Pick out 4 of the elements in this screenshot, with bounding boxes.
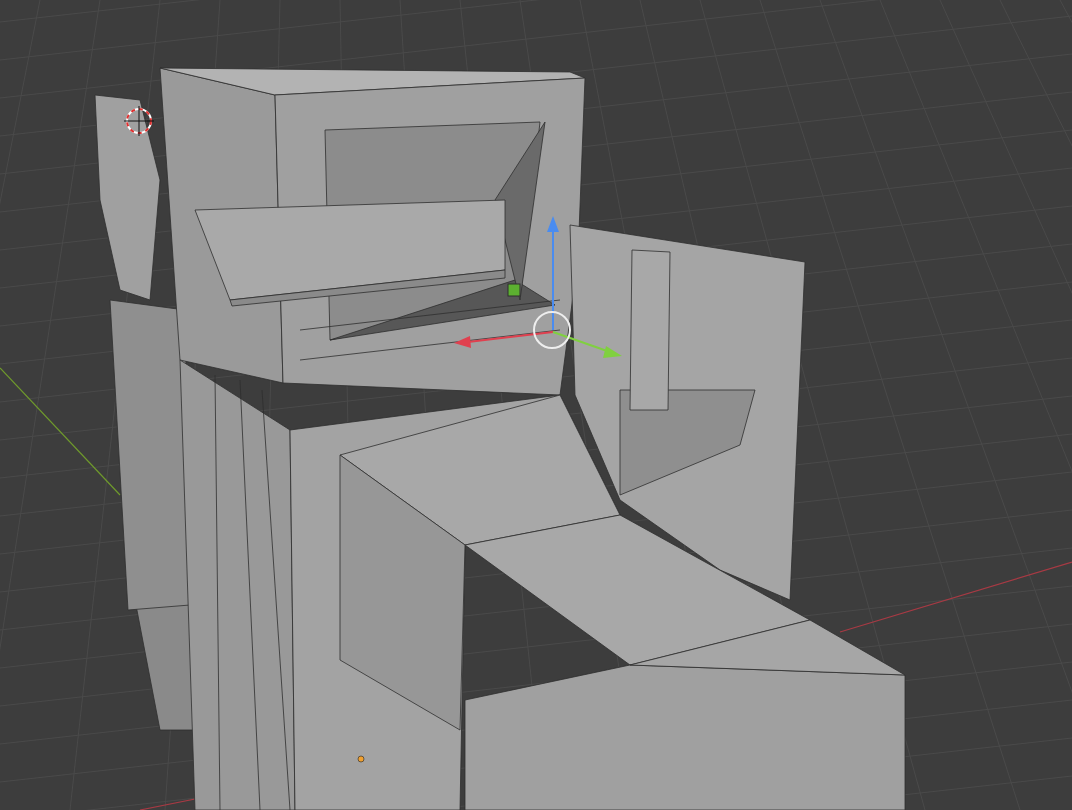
transform-gizmo-drawing[interactable]: [454, 216, 622, 358]
mesh-drawing[interactable]: [94, 67, 906, 810]
crosshair-icon[interactable]: [123, 105, 155, 137]
viewport-background[interactable]: [0, 0, 1072, 810]
